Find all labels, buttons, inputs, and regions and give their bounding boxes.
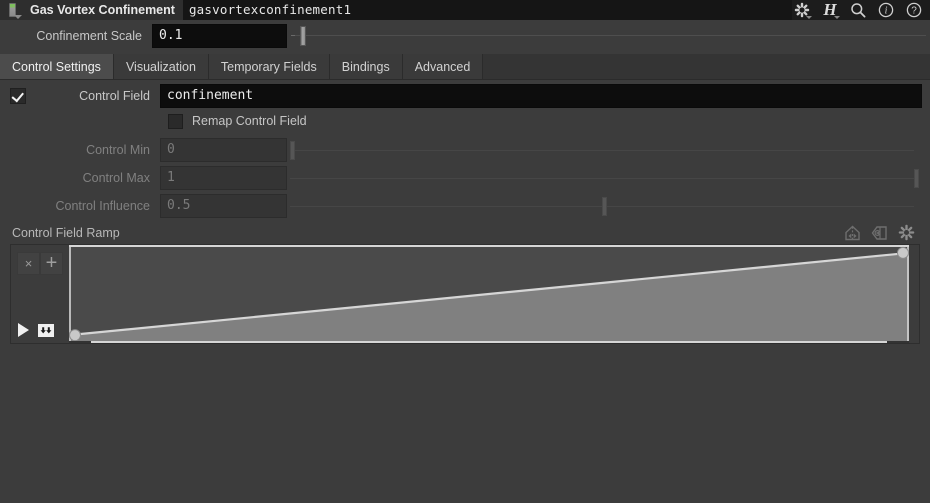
flip-vertical-icon[interactable] xyxy=(843,223,862,242)
tab-bindings[interactable]: Bindings xyxy=(329,54,403,79)
delete-ramp-point-button[interactable]: × xyxy=(17,252,40,275)
gear-asterisk-icon[interactable] xyxy=(792,0,812,20)
tab-temporary-fields[interactable]: Temporary Fields xyxy=(208,54,330,79)
add-ramp-point-button[interactable]: + xyxy=(40,252,63,275)
ramp-header: Control Field Ramp xyxy=(0,222,930,244)
houdini-parameter-panel: Gas Vortex Confinement gasvortexconfinem… xyxy=(0,0,930,503)
help-icon[interactable]: ? xyxy=(904,0,924,20)
confinement-scale-slider[interactable] xyxy=(291,24,926,48)
slider-handle[interactable] xyxy=(300,26,307,46)
slider-handle[interactable] xyxy=(602,197,607,216)
control-max-input[interactable]: 1 xyxy=(160,166,287,190)
chevron-down-icon[interactable] xyxy=(834,15,840,19)
control-influence-row: Control Influence 0.5 xyxy=(0,192,930,220)
control-field-enable-checkbox[interactable] xyxy=(10,88,26,104)
slider-tick xyxy=(291,35,295,36)
control-field-input[interactable]: confinement xyxy=(160,84,922,108)
ramp-options-gear-icon[interactable] xyxy=(897,223,916,242)
remap-control-field-row: Remap Control Field xyxy=(0,110,930,132)
titlebar: Gas Vortex Confinement gasvortexconfinem… xyxy=(0,0,930,20)
control-field-ramp-section: Control Field Ramp × + xyxy=(0,222,930,354)
ramp-toolbar-left: × + xyxy=(11,245,69,343)
slider-handle[interactable] xyxy=(914,169,919,188)
tab-bar: Control Settings Visualization Temporary… xyxy=(0,54,930,80)
slider-track xyxy=(291,35,926,36)
flip-horizontal-icon[interactable] xyxy=(870,223,889,242)
slider-track xyxy=(290,178,914,179)
ramp-position-tab[interactable] xyxy=(69,341,91,343)
ramp-footer xyxy=(0,344,930,354)
info-icon[interactable]: i xyxy=(876,0,896,20)
slider-track xyxy=(290,150,914,151)
control-max-slider[interactable] xyxy=(290,166,920,190)
ramp-point-buttons: × + xyxy=(11,245,69,275)
node-type-icon-button[interactable] xyxy=(0,0,24,20)
remap-control-field-checkbox[interactable] xyxy=(168,113,183,129)
control-max-row: Control Max 1 xyxy=(0,164,930,192)
tab-bar-filler xyxy=(483,54,930,79)
ramp-title: Control Field Ramp xyxy=(12,226,120,240)
ramp-point-handle[interactable] xyxy=(69,329,81,342)
ramp-curve-graph[interactable] xyxy=(69,245,909,343)
fit-to-window-icon[interactable] xyxy=(38,323,54,337)
slider-handle[interactable] xyxy=(290,141,295,160)
control-influence-slider[interactable] xyxy=(290,194,920,218)
parameter-list: Control Field confinement Remap Control … xyxy=(0,82,930,220)
page-title: Gas Vortex Confinement xyxy=(24,0,183,20)
search-icon[interactable] xyxy=(848,0,868,20)
control-min-row: Control Min 0 xyxy=(0,136,930,164)
control-min-slider[interactable] xyxy=(290,138,920,162)
control-field-label: Control Field xyxy=(79,89,150,103)
confinement-scale-label: Confinement Scale xyxy=(36,29,142,43)
control-min-label: Control Min xyxy=(86,143,150,157)
ramp-position-tab[interactable] xyxy=(887,341,909,343)
ramp-editor[interactable]: × + xyxy=(10,244,920,344)
control-max-label: Control Max xyxy=(82,171,150,185)
chevron-down-icon[interactable] xyxy=(14,14,22,19)
chevron-down-icon[interactable] xyxy=(806,15,812,19)
tab-advanced[interactable]: Advanced xyxy=(402,54,484,79)
tab-visualization[interactable]: Visualization xyxy=(113,54,209,79)
confinement-scale-row: Confinement Scale 0.1 xyxy=(0,21,930,51)
ramp-bottom-buttons xyxy=(18,323,54,337)
titlebar-icon-group: H i ? xyxy=(792,0,930,20)
ramp-tool-group xyxy=(843,223,916,242)
control-influence-input[interactable]: 0.5 xyxy=(160,194,287,218)
control-field-row: Control Field confinement xyxy=(0,82,930,110)
ramp-curve-canvas[interactable] xyxy=(69,245,919,343)
tab-control-settings[interactable]: Control Settings xyxy=(0,54,114,79)
confinement-scale-input[interactable]: 0.1 xyxy=(152,24,287,48)
play-icon[interactable] xyxy=(18,323,29,337)
control-min-input[interactable]: 0 xyxy=(160,138,287,162)
control-influence-label: Control Influence xyxy=(55,199,150,213)
svg-text:?: ? xyxy=(911,5,917,16)
remap-control-field-label: Remap Control Field xyxy=(192,114,307,128)
svg-text:i: i xyxy=(885,5,888,16)
node-name-input[interactable]: gasvortexconfinement1 xyxy=(182,0,792,20)
houdini-h-icon[interactable]: H xyxy=(820,0,840,20)
ramp-point-handle[interactable] xyxy=(897,246,909,259)
